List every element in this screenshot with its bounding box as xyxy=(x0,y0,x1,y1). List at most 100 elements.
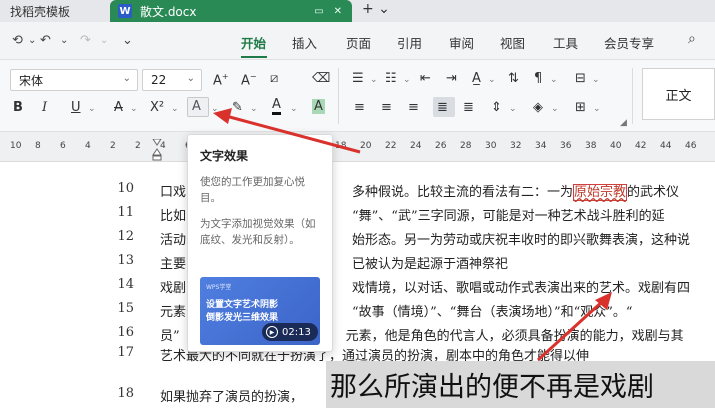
font-color-button[interactable]: A xyxy=(272,98,281,115)
underline-button[interactable]: U xyxy=(71,100,81,115)
more-icon[interactable]: ⌄ xyxy=(122,33,133,48)
para-settings-icon[interactable]: ⊟ xyxy=(575,71,586,86)
ruler-number: 40 xyxy=(610,141,622,151)
clear-format-icon[interactable]: ⌫ xyxy=(312,71,330,86)
style-normal-label: 正文 xyxy=(665,88,692,104)
shrink-font-icon[interactable]: A− xyxy=(241,72,257,88)
align-left-icon[interactable]: ≡ xyxy=(354,100,365,115)
chinese-layout-icon[interactable]: A̲ xyxy=(472,71,481,86)
decrease-indent-icon[interactable]: ⇤ xyxy=(420,71,431,86)
tooltip-description: 使您的工作更加复心悦目。 xyxy=(200,176,305,204)
doc-line-13: 13 主要 已被认为是起源于酒神祭祀 xyxy=(0,253,715,277)
ribbon-divider xyxy=(338,68,339,124)
dialog-launcher-icon[interactable]: ◢ xyxy=(620,118,627,128)
menu-reference[interactable]: 引用 xyxy=(397,33,422,52)
change-case-icon[interactable]: ⧄ xyxy=(270,71,278,86)
ruler-number: 2 xyxy=(110,141,116,151)
monitor-icon[interactable]: ▭ xyxy=(314,6,323,17)
ruler-number: 24 xyxy=(410,141,422,151)
redo-icon[interactable]: ↷ xyxy=(80,33,91,48)
horizontal-ruler[interactable] xyxy=(0,132,715,162)
menu-tools[interactable]: 工具 xyxy=(553,33,578,52)
chevron-down-icon: ⌄ xyxy=(122,73,131,84)
chevron-down-icon[interactable]: ⌄ xyxy=(551,104,559,114)
chevron-down-icon[interactable]: ⌄ xyxy=(88,104,96,114)
misspelled-word[interactable]: 原始宗教 xyxy=(573,184,628,201)
grow-font-icon[interactable]: A+ xyxy=(213,72,229,88)
redo-dropdown-icon[interactable]: ⌄ xyxy=(100,35,108,46)
ruler-number: 34 xyxy=(535,141,547,151)
shading-icon[interactable]: ◈ xyxy=(533,100,543,115)
line-number: 11 xyxy=(117,205,134,220)
chevron-down-icon[interactable]: ⌄ xyxy=(593,104,601,114)
line-number: 15 xyxy=(117,301,134,316)
chevron-down-icon[interactable]: ⌄ xyxy=(250,104,258,114)
search-icon[interactable]: ⌕ xyxy=(688,31,696,47)
tab-template-store[interactable]: 找稻壳模板 xyxy=(0,0,108,22)
ruler-number: 28 xyxy=(460,141,472,151)
ruler-number: 30 xyxy=(485,141,497,151)
numbered-list-icon[interactable]: ☷ xyxy=(385,71,397,86)
chevron-down-icon[interactable]: ⌄ xyxy=(130,104,138,114)
quick-access-dropdown-icon[interactable]: ⌄ xyxy=(28,35,36,46)
tab-document-label: 散文.docx xyxy=(140,4,197,19)
line-number: 16 xyxy=(117,325,134,340)
align-center-icon[interactable]: ≡ xyxy=(381,100,392,115)
distributed-icon[interactable]: ≣ xyxy=(463,100,474,115)
undo-icon[interactable]: ↶ xyxy=(40,33,51,48)
strikethrough-button[interactable]: A xyxy=(114,100,123,115)
increase-indent-icon[interactable]: ⇥ xyxy=(446,71,457,86)
chevron-down-icon[interactable]: ⌄ xyxy=(171,104,179,114)
duration-label: 02:13 xyxy=(282,326,311,338)
show-marks-icon[interactable]: ¶ xyxy=(534,71,542,86)
chevron-down-icon[interactable]: ⌄ xyxy=(403,75,411,85)
menu-review[interactable]: 审阅 xyxy=(449,33,474,52)
align-right-icon[interactable]: ≡ xyxy=(408,100,419,115)
line-number: 13 xyxy=(117,253,134,268)
chevron-down-icon[interactable]: ⌄ xyxy=(370,75,378,85)
bold-button[interactable]: B xyxy=(13,100,23,115)
new-tab-icon[interactable]: + ⌄ xyxy=(362,1,390,17)
chevron-down-icon[interactable]: ⌄ xyxy=(509,104,517,114)
close-tab-icon[interactable]: ✕ xyxy=(334,6,342,17)
ruler-number: 2 xyxy=(135,141,141,151)
chevron-down-icon[interactable]: ⌄ xyxy=(211,104,219,114)
chevron-down-icon[interactable]: ⌄ xyxy=(290,104,298,114)
selected-text[interactable]: 那么所演出的便不再是戏剧 xyxy=(326,361,715,408)
text-effect-button[interactable]: A xyxy=(192,99,201,114)
font-name-select[interactable]: 宋体 ⌄ xyxy=(10,69,138,91)
italic-button[interactable]: I xyxy=(42,100,47,115)
char-shading-button[interactable]: A xyxy=(312,99,325,114)
superscript-button[interactable]: X² xyxy=(150,100,164,115)
menu-page[interactable]: 页面 xyxy=(346,33,371,52)
menu-home[interactable]: 开始 xyxy=(241,33,266,52)
ruler-number: 38 xyxy=(585,141,597,151)
line-spacing-icon[interactable]: ⇕ xyxy=(491,100,502,115)
ruler-number: 26 xyxy=(435,141,447,151)
chevron-down-icon[interactable]: ⌄ xyxy=(592,75,600,85)
indent-marker-icon[interactable] xyxy=(152,139,162,161)
bullet-list-icon[interactable]: ☰ xyxy=(352,71,364,86)
chevron-down-icon[interactable]: ⌄ xyxy=(488,75,496,85)
ruler-number: 44 xyxy=(660,141,672,151)
font-size-select[interactable]: 22 ⌄ xyxy=(142,69,202,91)
style-normal[interactable]: 正文 xyxy=(642,68,715,120)
highlight-pen-icon[interactable]: ✎ xyxy=(232,100,243,115)
undo-dropdown-icon[interactable]: ⌄ xyxy=(60,35,68,46)
tab-bar: 找稻壳模板 W 散文.docx ▭ ✕ + ⌄ xyxy=(0,0,715,22)
sort-icon[interactable]: ⇅ xyxy=(508,71,519,86)
tooltip-title: 文字效果 xyxy=(200,149,249,163)
chevron-down-icon[interactable]: ⌄ xyxy=(550,75,558,85)
ribbon-divider xyxy=(632,68,633,124)
video-duration[interactable]: ▶ 02:13 xyxy=(262,323,318,341)
justify-icon[interactable]: ≣ xyxy=(437,100,448,115)
borders-icon[interactable]: ⊞ xyxy=(575,100,586,115)
menu-view[interactable]: 视图 xyxy=(500,33,525,52)
tab-active-document[interactable]: W 散文.docx ▭ ✕ xyxy=(110,0,352,22)
ruler-number: 22 xyxy=(385,141,397,151)
quick-access-icon[interactable]: ⟲ xyxy=(12,33,23,48)
menu-insert[interactable]: 插入 xyxy=(292,33,317,52)
chevron-down-icon: ⌄ xyxy=(186,73,195,84)
menu-member[interactable]: 会员专享 xyxy=(604,33,654,52)
tutorial-video-card[interactable]: WPS学堂 设置文字艺术阴影 倒影发光三维效果 ▶ 02:13 xyxy=(200,277,320,345)
